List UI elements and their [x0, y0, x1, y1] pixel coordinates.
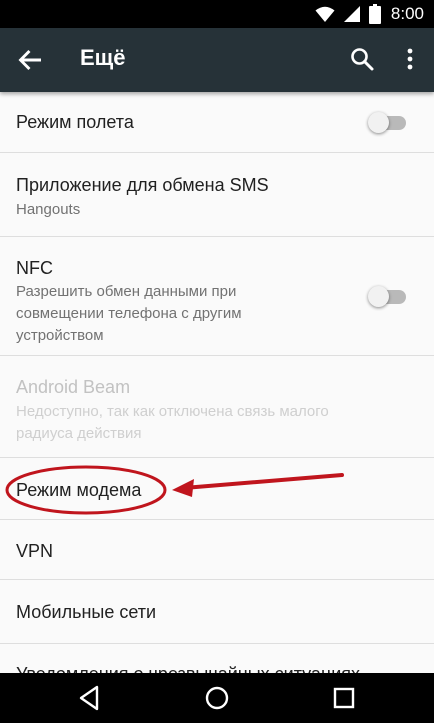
- nfc-switch[interactable]: [368, 284, 408, 308]
- cell-signal-icon: [343, 6, 360, 22]
- nfc-summary-line: Разрешить обмен данными при: [16, 283, 237, 300]
- nfc-summary-line: устройством: [16, 327, 104, 344]
- android-beam-summary-line: Недоступно, так как отключена связь мало…: [16, 403, 329, 420]
- status-bar: 8:00: [0, 0, 434, 28]
- nav-back-icon[interactable]: [76, 684, 104, 712]
- android-beam-summary-line: радиуса действия: [16, 425, 142, 442]
- mobile-networks-item[interactable]: Мобильные сети: [0, 580, 434, 644]
- arrow-back-icon[interactable]: [14, 44, 46, 76]
- navigation-bar: [0, 673, 434, 723]
- nfc-title: NFC: [16, 258, 53, 278]
- battery-icon: [368, 4, 381, 24]
- airplane-mode-item[interactable]: Режим полета: [0, 92, 434, 153]
- nfc-summary-line: совмещении телефона с другим: [16, 305, 242, 322]
- nfc-item[interactable]: NFC Разрешить обмен данными при совмещен…: [0, 237, 434, 356]
- search-icon[interactable]: [348, 45, 376, 73]
- wifi-icon: [315, 6, 335, 22]
- nav-recents-icon[interactable]: [330, 684, 358, 712]
- nav-home-icon[interactable]: [203, 684, 231, 712]
- settings-screen: 8:00 Ещё Режим полета Приложение для обм…: [0, 0, 434, 723]
- android-beam-item: Android Beam Недоступно, так как отключе…: [0, 356, 434, 458]
- sms-app-title: Приложение для обмена SMS: [16, 175, 269, 195]
- sms-app-item[interactable]: Приложение для обмена SMS Hangouts: [0, 153, 434, 237]
- mobile-networks-title: Мобильные сети: [16, 602, 157, 622]
- vpn-title: VPN: [16, 541, 54, 561]
- android-beam-title: Android Beam: [16, 377, 131, 397]
- airplane-mode-switch[interactable]: [368, 110, 408, 134]
- status-time: 8:00: [390, 4, 424, 23]
- page-title: Ещё: [80, 45, 126, 70]
- sms-app-summary: Hangouts: [16, 201, 81, 218]
- more-vert-icon[interactable]: [396, 45, 424, 73]
- tethering-title: Режим модема: [16, 480, 142, 500]
- app-toolbar: Ещё: [0, 28, 434, 92]
- vpn-item[interactable]: VPN: [0, 520, 434, 580]
- airplane-mode-title: Режим полета: [16, 112, 134, 132]
- tethering-item[interactable]: Режим модема: [0, 458, 434, 520]
